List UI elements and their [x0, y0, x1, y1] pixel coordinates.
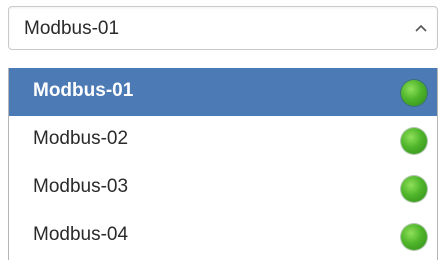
select-value: Modbus-01: [24, 18, 120, 39]
status-dot-icon: [401, 176, 427, 202]
option-label: Modbus-02: [33, 128, 129, 149]
option-label: Modbus-01: [33, 80, 134, 101]
option-label: Modbus-04: [33, 224, 129, 245]
list-item[interactable]: Modbus-01: [9, 68, 437, 116]
list-item[interactable]: Modbus-02: [9, 116, 437, 164]
status-dot-icon: [401, 128, 427, 154]
status-dot-icon: [401, 80, 427, 106]
dropdown-list: Modbus-01 Modbus-02 Modbus-03 Modbus-04: [8, 68, 438, 260]
device-select[interactable]: Modbus-01: [8, 6, 438, 50]
chevron-up-icon[interactable]: [413, 21, 429, 35]
list-item[interactable]: Modbus-03: [9, 164, 437, 212]
device-select-page: Modbus-01 Modbus-01 Modbus-02 Modbus-03 …: [0, 0, 444, 265]
list-item[interactable]: Modbus-04: [9, 212, 437, 260]
status-dot-icon: [401, 224, 427, 250]
option-label: Modbus-03: [33, 176, 129, 197]
